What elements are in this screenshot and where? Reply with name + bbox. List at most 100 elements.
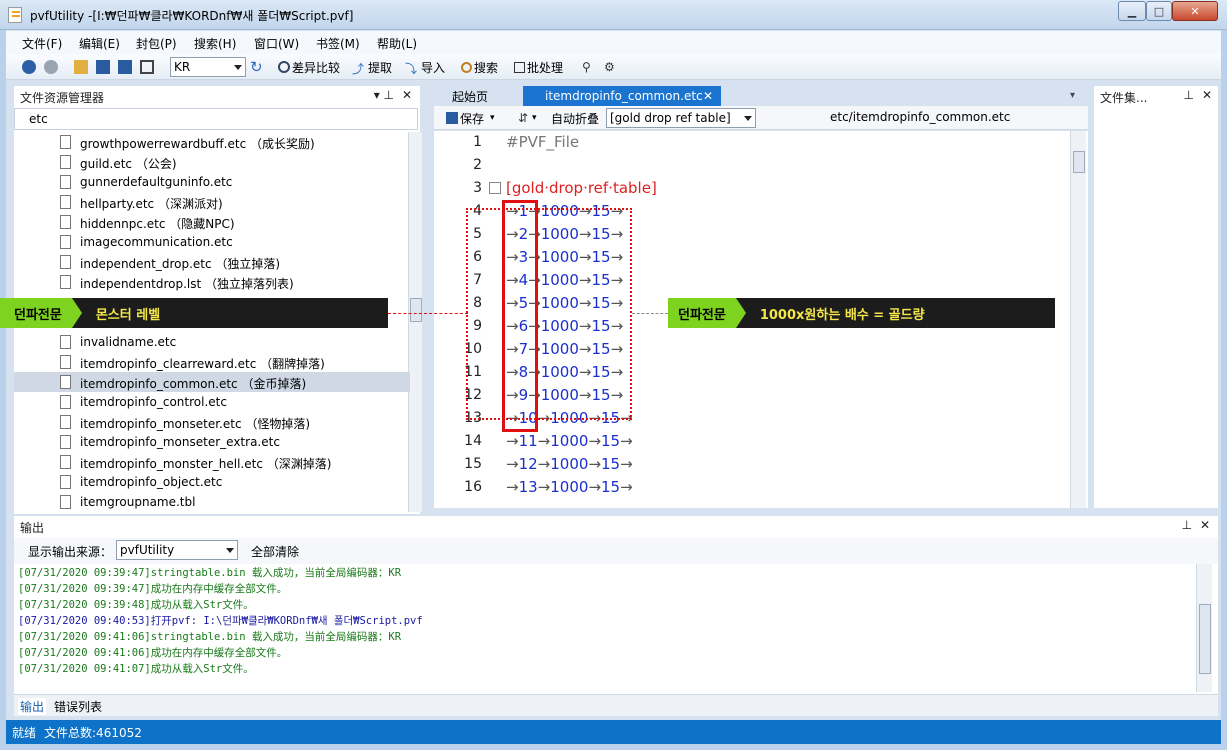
file-icon [60, 435, 71, 449]
tree-file-label: independent_drop.etc （独立掉落) [80, 257, 281, 271]
tree-file-item[interactable]: independent_drop.etc （独立掉落) [14, 252, 410, 272]
editor-save-button[interactable]: 保存 ▾ [446, 108, 495, 128]
file-icon [60, 335, 71, 349]
forward-icon[interactable] [44, 60, 58, 74]
save-icon[interactable] [96, 60, 110, 74]
tree-file-item[interactable]: gunnerdefaultguninfo.etc [14, 172, 410, 192]
output-pin-icon[interactable]: ⊥ [1182, 518, 1192, 532]
tree-file-item[interactable]: guild.etc （公会) [14, 152, 410, 172]
file-icon [60, 175, 71, 189]
pin-icon[interactable]: ▾ ⊥ [374, 88, 394, 102]
tool-icon[interactable]: ⚙ [604, 60, 618, 74]
compare-button[interactable]: 差异比较 [278, 57, 340, 77]
annotation-left-connector [388, 313, 468, 314]
minimize-button[interactable]: ▁ [1118, 1, 1146, 21]
maximize-button[interactable]: □ [1146, 1, 1172, 21]
import-icon: ⤵ [405, 62, 418, 76]
line-number: 16 [464, 479, 482, 495]
tree-file-item[interactable]: hellparty.etc （深渊派对) [14, 192, 410, 212]
tab-error-list[interactable]: 错误列表 [54, 698, 102, 715]
tree-file-item[interactable]: itemdropinfo_control.etc [14, 392, 410, 412]
tab-arrow: → [620, 432, 633, 450]
section-select[interactable]: [gold drop ref table] [606, 108, 756, 128]
batch-button[interactable]: 批处理 [514, 57, 563, 77]
file-icon [60, 455, 71, 469]
tab-close-icon[interactable]: ✕ [703, 89, 713, 103]
filter-icon[interactable]: ⚲ [582, 60, 596, 74]
save-all-icon[interactable] [118, 60, 132, 74]
tab-start-page[interactable]: 起始页 [444, 87, 496, 105]
fold-toggle-icon[interactable] [489, 182, 501, 194]
tab-arrow: → [537, 432, 551, 450]
clear-all-button[interactable]: 全部清除 [251, 543, 299, 560]
tree-file-item[interactable]: itemdropinfo_monseter.etc （怪物掉落) [14, 412, 410, 432]
search-button[interactable]: 搜索 [461, 57, 498, 77]
back-icon[interactable] [22, 60, 36, 74]
output-close-icon[interactable]: ✕ [1200, 518, 1210, 532]
menu-search[interactable]: 搜索(H) [194, 35, 236, 52]
import-button[interactable]: ⤵ 导入 [405, 57, 445, 77]
menu-file[interactable]: 文件(F) [22, 35, 62, 52]
encoding-value: KR [174, 60, 191, 74]
tree-file-item[interactable]: itemdropinfo_monster_hell.etc （深渊掉落) [14, 452, 410, 472]
output-scroll-thumb[interactable] [1199, 604, 1211, 674]
file-icon [60, 235, 71, 249]
tab-arrow: → [537, 455, 551, 473]
tree-file-item[interactable]: itemdropinfo_common.etc （金币掉落) [14, 372, 410, 392]
explorer-scroll-thumb[interactable] [410, 298, 422, 322]
log-line: [07/31/2020 09:39:47]成功在内存中缓存全部文件。 [18, 583, 288, 595]
menu-package[interactable]: 封包(P) [136, 35, 177, 52]
close-file-icon[interactable] [140, 60, 154, 74]
tree-file-item[interactable]: hiddennpc.etc （隐藏NPC) [14, 212, 410, 232]
editor-scroll-thumb[interactable] [1073, 151, 1085, 173]
tree-file-item[interactable]: itemdropinfo_monseter_extra.etc [14, 432, 410, 452]
log-line: [07/31/2020 09:40:53]打开pvf: I:\던파₩클라₩KOR… [18, 615, 423, 627]
file-set-close-icon[interactable]: ✕ [1202, 88, 1212, 102]
output-source-value: pvfUtility [120, 543, 175, 557]
annotation-right-text: 1000x원하는 배수 = 골드량 [759, 307, 925, 323]
tree-file-item[interactable]: invalidname.etc [14, 332, 410, 352]
tree-file-label: imagecommunication.etc [80, 235, 233, 249]
tab-arrow: → [537, 478, 551, 496]
output-source-select[interactable]: pvfUtility [116, 540, 238, 560]
annotation-right-connector [632, 313, 668, 314]
close-panel-icon[interactable]: ✕ [402, 88, 412, 102]
tree-file-item[interactable]: itemdropinfo_clearreward.etc （翻牌掉落) [14, 352, 410, 372]
tree-file-label: itemdropinfo_common.etc （金币掉落) [80, 377, 307, 391]
editor-scrollbar[interactable] [1070, 131, 1086, 508]
tab-output[interactable]: 输出 [18, 698, 47, 715]
encoding-select[interactable]: KR [170, 57, 246, 77]
explorer-scrollbar[interactable] [408, 132, 422, 512]
tree-file-label: hiddennpc.etc （隐藏NPC) [80, 217, 235, 231]
code-value: 1000 [550, 455, 589, 473]
extract-button[interactable]: ⤴ 提取 [352, 57, 392, 77]
code-value: 13 [518, 478, 538, 496]
menu-window[interactable]: 窗口(W) [254, 35, 299, 52]
editor-format-button[interactable]: ⇵ ▾ [518, 108, 537, 128]
autofold-button[interactable]: 自动折叠 [551, 108, 599, 128]
tree-file-label: guild.etc （公会) [80, 157, 177, 171]
tab-dropdown-icon[interactable]: ▾ [1070, 90, 1075, 101]
tab-itemdropinfo[interactable]: itemdropinfo_common.etc ✕ [523, 86, 721, 106]
menu-edit[interactable]: 编辑(E) [79, 35, 120, 52]
explorer-search-input[interactable]: etc [14, 108, 418, 130]
open-folder-icon[interactable] [74, 60, 88, 74]
import-label: 导入 [421, 60, 446, 75]
tree-file-item[interactable]: itemdropinfo_object.etc [14, 472, 410, 492]
output-scrollbar[interactable] [1196, 564, 1212, 692]
menu-help[interactable]: 帮助(L) [377, 35, 417, 52]
tree-file-item[interactable]: imagecommunication.etc [14, 232, 410, 252]
tree-file-item[interactable]: itemgroupname.tbl [14, 492, 410, 512]
close-button[interactable]: ✕ [1172, 1, 1218, 21]
search-label: 搜索 [474, 60, 499, 75]
batch-label: 批处理 [527, 60, 564, 75]
tree-file-label: itemgroupname.tbl [80, 495, 196, 509]
refresh-icon[interactable]: ↻ [250, 60, 264, 75]
file-set-pin-icon[interactable]: ⊥ [1184, 88, 1194, 102]
tree-file-item[interactable]: independentdrop.lst （独立掉落列表) [14, 272, 410, 292]
menu-bookmark[interactable]: 书签(M) [316, 35, 360, 52]
tree-file-label: independentdrop.lst （独立掉落列表) [80, 277, 294, 291]
tree-file-label: itemdropinfo_object.etc [80, 475, 223, 489]
editor-save-label: 保存 [460, 111, 485, 126]
tree-file-item[interactable]: growthpowerrewardbuff.etc （成长奖励) [14, 132, 410, 152]
